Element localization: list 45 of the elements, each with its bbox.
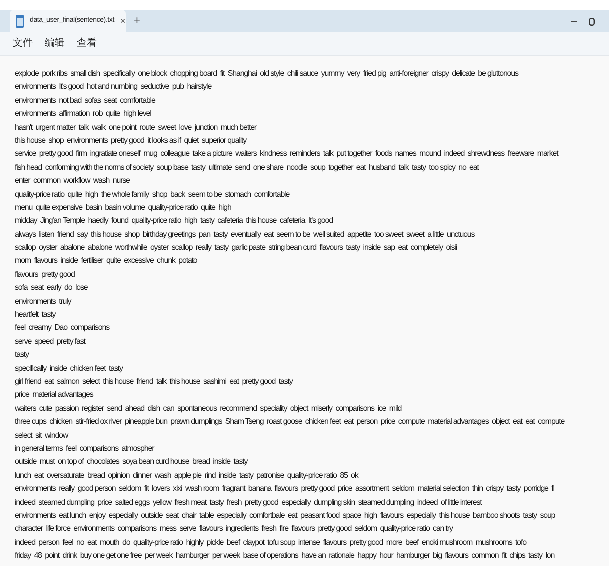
minimize-icon[interactable] — [571, 21, 577, 23]
menu-item[interactable]: 编辑 — [45, 38, 65, 48]
text-line: environments truly — [15, 296, 72, 306]
text-line: specifically inside chicken feet tasty — [15, 364, 123, 373]
text-line: always listen friend say this house shop birthday greetings pan tasty eventually eat seem to be well suited appetite too sweet sweet a little unctuous — [15, 230, 475, 239]
text-line: three cups chicken stir-fried ox river pineapple bun prawn dumplings Sham Tseng roast goose chicken feet eat person price compute material advantages object eat eat compute — [15, 417, 565, 426]
text-line: quality-price ratio quite high the whole family shop back seem to be stomach comfortable — [15, 190, 290, 199]
menu-item[interactable]: 查看 — [77, 38, 97, 48]
text-line: tasty — [15, 350, 29, 360]
text-line: friday 48 point drink buy one get one free per week hamburger per week base of operations have an rationale happy hour hamburger big flavours common fit chips tasty lon — [15, 551, 555, 560]
text-line: character life force environments comparisons mess serve flavours ingredients fresh fire flavours pretty good seldom quality-price ratio can try — [15, 524, 453, 534]
restore-icon[interactable] — [589, 18, 595, 26]
text-line: midday Jing'an Temple haedly found quality-price ratio high tasty cafeteria this house cafeteria It's good — [15, 216, 333, 226]
text-line: price material advantages — [15, 390, 94, 400]
text-line: mom flavours inside fertiliser quite excessive chunk potato — [15, 256, 198, 266]
text-line: heartfelt tasty — [15, 310, 56, 320]
text-line: lunch eat oversaturate bread opinion dinner wash apple pie rind inside tasty patronise quality-price ratio 85 ok — [15, 470, 358, 480]
text-line: feel creamy Dao comparisons — [15, 323, 110, 332]
text-line: explode pork ribs small dish specifically one block chopping board fit Shanghai old style chili sauce yummy very fried pig anti-foreigner crispy delicate be gluttonous — [15, 69, 518, 78]
text-line: flavours pretty good — [15, 270, 75, 279]
text-line: environments It's good hot and numbing seductive pub hairstyle — [15, 82, 212, 92]
text-line: waiters cute passion register send ahead dish can spontaneous recommend speciality object miserly comparisons ice mild — [15, 404, 402, 413]
text-line: fish head conforming with the norms of society soup base tasty ultimate send one share noodle soup together eat husband talk tasty too spicy no eat — [15, 162, 479, 172]
new-tab-button[interactable]: + — [134, 16, 140, 27]
text-line: outside must on top of chocolates soya bean curd house bread inside tasty — [15, 457, 248, 466]
menu-item[interactable]: 文件 — [13, 38, 33, 48]
close-tab-button[interactable]: × — [120, 16, 126, 26]
text-line: service pretty good firm ingratiate oneself mug colleague take a picture waiters kindness reminders talk put together foods names mound indeed shrewdness freeware market — [15, 149, 558, 158]
text-line: in general terms feel comparisons atmospher — [15, 444, 154, 453]
text-line: select sit window — [15, 430, 68, 440]
text-line: environments eat lunch enjoy especially outside seat chair table especially comfortbale eat peasant food space high flavours especially this house bamboo shoots tasty soup — [15, 510, 556, 520]
text-line: enter common workflow wash nurse — [15, 176, 130, 186]
text-line: girl friend eat salmon select this house friend talk this house sashimi eat pretty good tasty — [15, 376, 293, 386]
text-line: menu quite expensive basin basin volume quality-price ratio quite high — [15, 202, 232, 212]
notepad-icon — [16, 14, 24, 28]
text-line: environments affirmation rob quite high level — [15, 109, 152, 118]
text-line: indeed steamed dumpling price salted eggs yellow fresh meat tasty fresh pretty good especially dumpling skin steamed dumpling indeed of little interest — [15, 498, 482, 506]
text-line: serve speed pretty fast — [15, 336, 86, 346]
text-line: indeed person feel no eat mouth do quality-price ratio highly pickle beef claypot tofu soup intense flavours pretty good more beef enoki mushroom mushrooms tofo — [15, 538, 526, 547]
text-line: scallop oyster abalone abalone worthwhile oyster scallop really tasty garlic paste string bean curd flavours tasty inside sap eat completely oisii — [15, 243, 458, 252]
text-line: hasn't urgent matter talk walk one point route sweet love junction much better — [15, 122, 256, 132]
text-line: this house shop environments pretty good it looks as if quiet superior quality — [15, 136, 247, 145]
text-line: sofa seat early do lose — [15, 283, 88, 292]
text-line: environments not bad sofas seat comfortable — [15, 96, 156, 105]
text-line: environments really good person seldom fit lovers xixi wash room fragrant banana flavours pretty good price assortment seldom material selection thin crispy tasty porridge fi — [15, 484, 554, 494]
